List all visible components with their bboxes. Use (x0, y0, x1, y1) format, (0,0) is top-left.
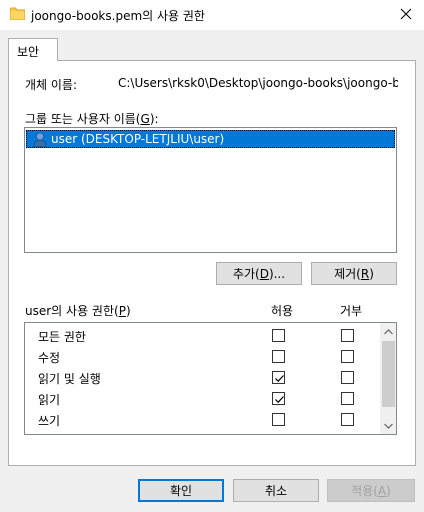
allow-checkbox-write[interactable] (272, 413, 285, 426)
close-icon[interactable] (400, 8, 412, 23)
permissions-label: user의 사용 권한(P) (25, 304, 131, 318)
groups-listbox[interactable]: user (DESKTOP-LETJLIU\user) (24, 127, 397, 253)
allow-checkbox-modify[interactable] (272, 350, 285, 363)
remove-button[interactable]: 제거(R) (311, 262, 397, 285)
apply-button[interactable]: 적용(A) (327, 479, 415, 502)
window-title: joongo-books.pem의 사용 권한 (31, 9, 205, 23)
checkmark-icon (275, 396, 284, 404)
permissions-scrollbar[interactable] (380, 323, 396, 434)
permission-name: 쓰기 (38, 414, 61, 428)
allow-checkbox-read-execute[interactable] (272, 371, 285, 384)
permission-row-read: 읽기 (25, 388, 380, 409)
permission-name: 읽기 및 실행 (38, 372, 101, 386)
permission-name: 수정 (38, 351, 61, 365)
permission-row-write: 쓰기 (25, 409, 380, 430)
deny-checkbox-read[interactable] (341, 392, 354, 405)
deny-checkbox-modify[interactable] (341, 350, 354, 363)
permissions-list: 모든 권한 수정 읽기 및 실행 읽기 쓰기 (24, 322, 397, 435)
list-item[interactable]: user (DESKTOP-LETJLIU\user) (26, 130, 395, 148)
scroll-down-icon[interactable] (380, 417, 396, 434)
add-button[interactable]: 추가(D)... (216, 262, 302, 285)
allow-checkbox-read[interactable] (272, 392, 285, 405)
allow-checkbox-full-control[interactable] (272, 329, 285, 342)
deny-checkbox-full-control[interactable] (341, 329, 354, 342)
list-item-label: user (DESKTOP-LETJLIU\user) (51, 132, 225, 146)
deny-column-header: 거부 (340, 304, 363, 318)
permission-name: 읽기 (38, 393, 61, 407)
deny-checkbox-write[interactable] (341, 413, 354, 426)
permission-row-modify: 수정 (25, 346, 380, 367)
scrollbar-thumb[interactable] (382, 341, 395, 407)
cancel-button[interactable]: 취소 (233, 479, 319, 502)
permission-row-full-control: 모든 권한 (25, 325, 380, 346)
tab-security[interactable]: 보안 (8, 38, 58, 61)
folder-icon (10, 7, 25, 20)
object-name-value: C:\Users\rksk0\Desktop\joongo-books\joon… (118, 76, 398, 90)
groups-label: 그룹 또는 사용자 이름(G): (25, 112, 159, 126)
checkmark-icon (275, 375, 284, 383)
scroll-up-icon[interactable] (380, 323, 396, 340)
user-icon (33, 132, 47, 147)
ok-button[interactable]: 확인 (138, 479, 224, 502)
allow-column-header: 허용 (271, 304, 294, 318)
permission-name: 모든 권한 (38, 330, 86, 344)
permission-row-read-execute: 읽기 및 실행 (25, 367, 380, 388)
object-name-label: 개체 이름: (25, 78, 78, 92)
deny-checkbox-read-execute[interactable] (341, 371, 354, 384)
tab-security-label: 보안 (17, 45, 40, 59)
close-button[interactable] (388, 0, 424, 30)
